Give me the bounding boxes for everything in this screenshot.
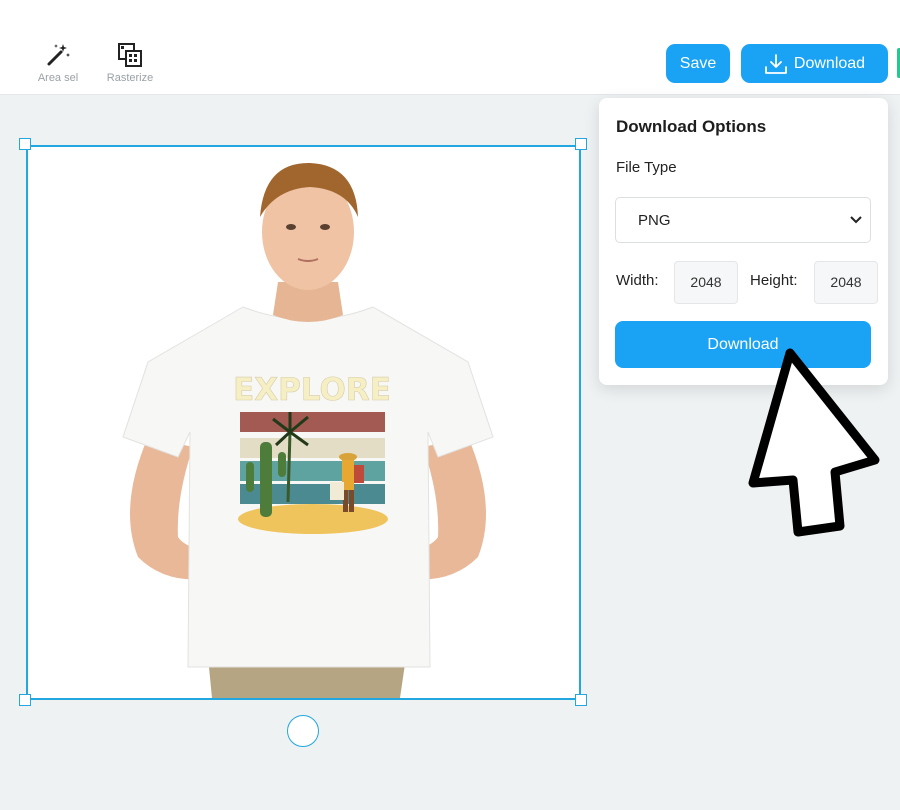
save-button[interactable]: Save bbox=[666, 44, 730, 83]
rotate-handle[interactable] bbox=[287, 715, 319, 747]
height-label: Height: bbox=[750, 272, 798, 289]
file-type-value: PNG bbox=[638, 211, 671, 229]
width-input[interactable]: 2048 bbox=[674, 261, 738, 304]
download-button-label: Download bbox=[793, 54, 866, 72]
artboard[interactable]: EXPLORE bbox=[26, 145, 581, 700]
download-button[interactable]: Download bbox=[741, 44, 888, 83]
resize-handle-top-left[interactable] bbox=[19, 138, 31, 150]
file-type-label: File Type bbox=[616, 159, 677, 176]
width-label: Width: bbox=[616, 272, 659, 289]
resize-handle-top-right[interactable] bbox=[575, 138, 587, 150]
top-toolbar: Area sel Rasterize Save Download bbox=[0, 0, 900, 95]
chevron-down-icon bbox=[850, 216, 862, 224]
resize-handle-bottom-right[interactable] bbox=[575, 694, 587, 706]
file-type-select[interactable]: PNG bbox=[615, 197, 871, 243]
rasterize-icon bbox=[118, 43, 142, 67]
rasterize-tool[interactable]: Rasterize bbox=[100, 42, 160, 84]
resize-handle-bottom-left[interactable] bbox=[19, 694, 31, 706]
shirt-print-text: EXPLORE bbox=[233, 372, 391, 408]
area-select-label: Area sel bbox=[37, 72, 79, 84]
height-input[interactable]: 2048 bbox=[814, 261, 878, 304]
download-icon bbox=[765, 53, 787, 74]
area-select-tool[interactable]: Area sel bbox=[28, 42, 88, 84]
pointer-cursor-icon bbox=[748, 348, 880, 537]
panel-title: Download Options bbox=[616, 117, 767, 136]
tshirt-model-image: EXPLORE bbox=[122, 162, 494, 698]
magic-wand-icon bbox=[47, 44, 70, 66]
rasterize-label: Rasterize bbox=[106, 72, 154, 84]
